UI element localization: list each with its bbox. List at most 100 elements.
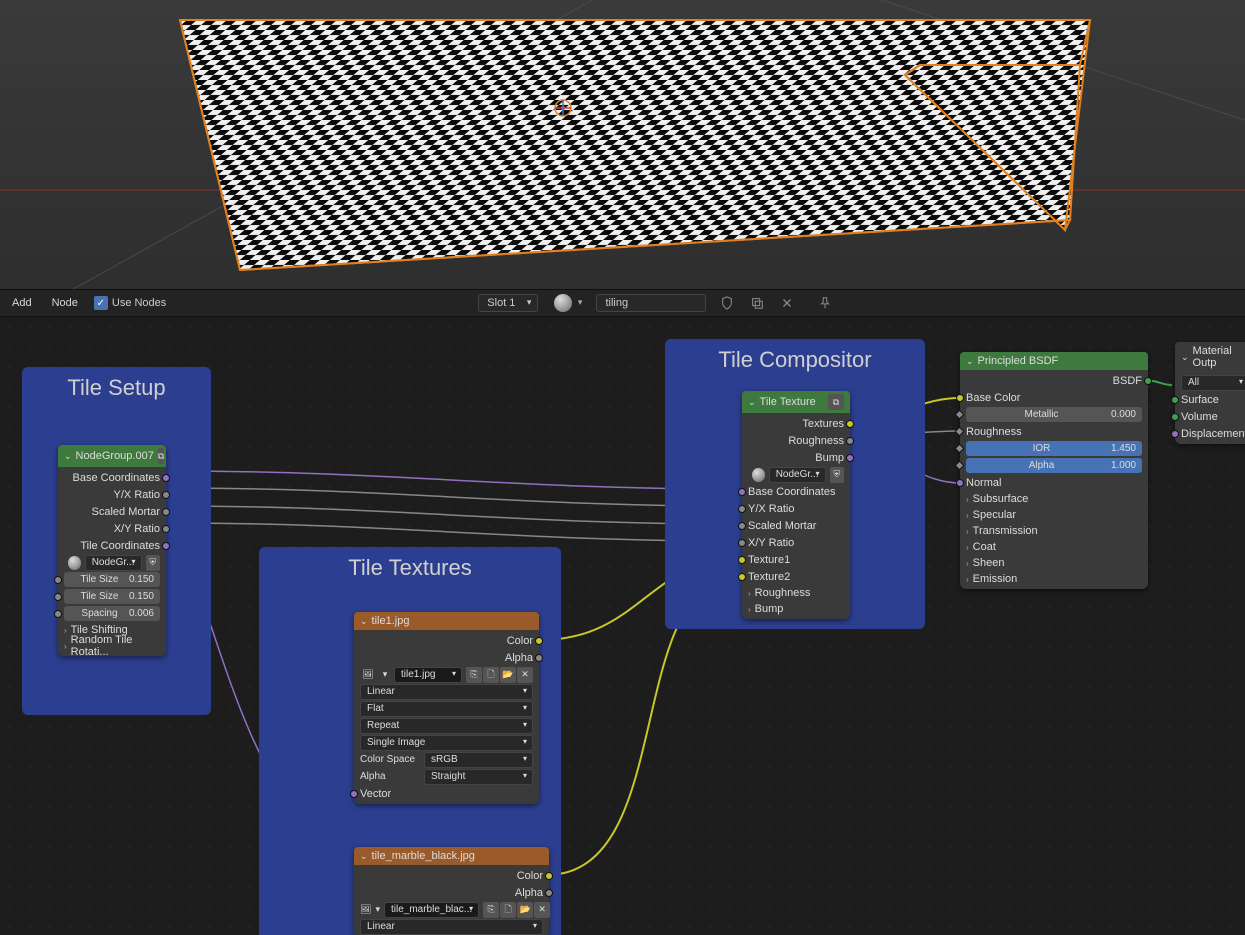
collapse-icon[interactable]: ⌄ <box>748 397 756 408</box>
node-title: tile1.jpg <box>372 615 410 627</box>
frame-title: Tile Setup <box>22 375 211 401</box>
collapse-icon[interactable]: ⌄ <box>360 616 368 627</box>
ior-field[interactable]: IOR1.450 <box>966 441 1142 456</box>
unlink-icon[interactable]: ✕ <box>534 902 550 918</box>
pin-icon[interactable] <box>816 295 834 311</box>
roughness-expand[interactable]: ›Roughness <box>742 585 850 601</box>
alpha-mode-select[interactable]: Straight <box>424 769 533 785</box>
shield-icon[interactable] <box>718 295 736 311</box>
interpolation-select[interactable]: Linear <box>360 919 543 935</box>
nodegroup-select[interactable]: NodeGr... <box>85 555 142 571</box>
copy-icon[interactable] <box>748 295 766 311</box>
socket-bsdf: BSDF <box>1113 375 1142 387</box>
node-title: NodeGroup.007 <box>76 450 154 462</box>
target-select[interactable]: All <box>1181 375 1245 391</box>
node-header[interactable]: ⌄ NodeGroup.007 ⧉ <box>58 445 166 467</box>
node-tile-texture[interactable]: ⌄ Tile Texture ⧉ Textures Roughness Bump… <box>742 391 850 619</box>
open-icon[interactable]: 📂 <box>517 902 533 918</box>
socket-bump-out: Bump <box>815 452 844 464</box>
shader-editor-header: Add Node ✓ Use Nodes Slot 1 tiling <box>0 289 1245 317</box>
transmission-expand[interactable]: ›Transmission <box>960 523 1148 539</box>
socket-alpha: Alpha <box>505 652 533 664</box>
spacing-field[interactable]: Spacing0.006 <box>64 606 160 621</box>
collapse-icon[interactable]: ⌄ <box>64 451 72 462</box>
dropdown-icon[interactable]: ▾ <box>380 667 390 683</box>
node-image-tile1[interactable]: ⌄ tile1.jpg Color Alpha 🖼 ▾ tile1.jpg ⎘ … <box>354 612 539 804</box>
node-header[interactable]: ⌄ Material Outp <box>1175 342 1245 372</box>
node-nodegroup-007[interactable]: ⌄ NodeGroup.007 ⧉ Base Coordinates Y/X R… <box>58 445 166 656</box>
nodegroup-select[interactable]: NodeGr... <box>769 467 826 483</box>
close-icon[interactable] <box>778 295 796 311</box>
metallic-field[interactable]: Metallic0.000 <box>966 407 1142 422</box>
image-icon[interactable]: 🖼 <box>360 902 371 918</box>
new-icon[interactable]: 🗋 <box>500 902 516 918</box>
alpha-field[interactable]: Alpha1.000 <box>966 458 1142 473</box>
socket-color: Color <box>507 635 533 647</box>
socket-surface: Surface <box>1181 394 1219 406</box>
collapse-icon[interactable]: ⌄ <box>966 356 974 367</box>
source-select[interactable]: Single Image <box>360 735 533 751</box>
unlink-icon[interactable]: ✕ <box>517 667 533 683</box>
socket-roughness-in: Roughness <box>966 426 1022 438</box>
coat-expand[interactable]: ›Coat <box>960 539 1148 555</box>
socket-yx-ratio: Y/X Ratio <box>114 489 160 501</box>
bump-expand[interactable]: ›Bump <box>742 601 850 617</box>
tile-size-a-field[interactable]: Tile Size0.150 <box>64 572 160 587</box>
frame-title: Tile Compositor <box>665 347 925 373</box>
subsurface-expand[interactable]: ›Subsurface <box>960 491 1148 507</box>
menu-node[interactable]: Node <box>48 295 82 311</box>
3d-viewport[interactable] <box>0 0 1245 289</box>
node-principled-bsdf[interactable]: ⌄ Principled BSDF BSDF Base Color Metall… <box>960 352 1148 589</box>
socket-yx-in: Y/X Ratio <box>748 503 794 515</box>
socket-vector: Vector <box>360 788 391 800</box>
socket-tex1-in: Texture1 <box>748 554 790 566</box>
interpolation-select[interactable]: Linear <box>360 684 533 700</box>
sheen-expand[interactable]: ›Sheen <box>960 555 1148 571</box>
projection-select[interactable]: Flat <box>360 701 533 717</box>
datablock-icon[interactable] <box>752 468 765 482</box>
socket-tex2-in: Texture2 <box>748 571 790 583</box>
node-title: Tile Texture <box>760 396 816 408</box>
dropdown-icon[interactable]: ▾ <box>375 902 380 918</box>
group-edit-icon[interactable]: ⧉ <box>158 448 164 464</box>
socket-base-coords-in: Base Coordinates <box>748 486 835 498</box>
image-name-field[interactable]: tile_marble_blac... <box>384 902 479 918</box>
image-icon[interactable]: 🖼 <box>360 667 376 683</box>
new-icon[interactable]: 🗋 <box>483 667 499 683</box>
node-editor[interactable]: Tile Setup ⌄ NodeGroup.007 ⧉ Base Coordi… <box>0 317 1245 935</box>
socket-tile-coords: Tile Coordinates <box>80 540 160 552</box>
collapse-icon[interactable]: ⌄ <box>360 851 368 862</box>
alpha-label: Alpha <box>360 771 420 782</box>
shield-icon[interactable]: ⛨ <box>146 555 161 571</box>
node-image-marble-black[interactable]: ⌄ tile_marble_black.jpg Color Alpha 🖼 ▾ … <box>354 847 549 935</box>
datablock-icon[interactable] <box>68 556 81 570</box>
random-rotation-expand[interactable]: ›Random Tile Rotati... <box>58 638 166 654</box>
material-slot-select[interactable]: Slot 1 <box>478 294 538 312</box>
node-header[interactable]: ⌄ Principled BSDF <box>960 352 1148 370</box>
use-nodes-toggle[interactable]: ✓ Use Nodes <box>94 296 166 310</box>
material-name-field[interactable]: tiling <box>596 294 706 312</box>
users-icon[interactable]: ⎘ <box>466 667 482 683</box>
node-header[interactable]: ⌄ tile_marble_black.jpg <box>354 847 549 865</box>
shield-icon[interactable]: ⛨ <box>830 467 845 483</box>
node-header[interactable]: ⌄ tile1.jpg <box>354 612 539 630</box>
open-icon[interactable]: 📂 <box>500 667 516 683</box>
emission-expand[interactable]: ›Emission <box>960 571 1148 587</box>
frame-title: Tile Textures <box>259 555 561 581</box>
socket-scaled-mortar: Scaled Mortar <box>92 506 160 518</box>
specular-expand[interactable]: ›Specular <box>960 507 1148 523</box>
users-icon[interactable]: ⎘ <box>483 902 499 918</box>
tile-size-b-field[interactable]: Tile Size0.150 <box>64 589 160 604</box>
image-name-field[interactable]: tile1.jpg <box>394 667 462 683</box>
node-header[interactable]: ⌄ Tile Texture ⧉ <box>742 391 850 413</box>
node-material-output[interactable]: ⌄ Material Outp All Surface Volume Displ… <box>1175 342 1245 444</box>
material-preview-icon[interactable] <box>554 294 572 312</box>
colorspace-select[interactable]: sRGB <box>424 752 533 768</box>
group-edit-icon[interactable]: ⧉ <box>828 394 844 410</box>
extension-select[interactable]: Repeat <box>360 718 533 734</box>
collapse-icon[interactable]: ⌄ <box>1181 352 1189 363</box>
colorspace-label: Color Space <box>360 754 420 765</box>
menu-add[interactable]: Add <box>8 295 36 311</box>
node-title: Principled BSDF <box>978 355 1059 367</box>
socket-displacement: Displacement <box>1181 428 1245 440</box>
